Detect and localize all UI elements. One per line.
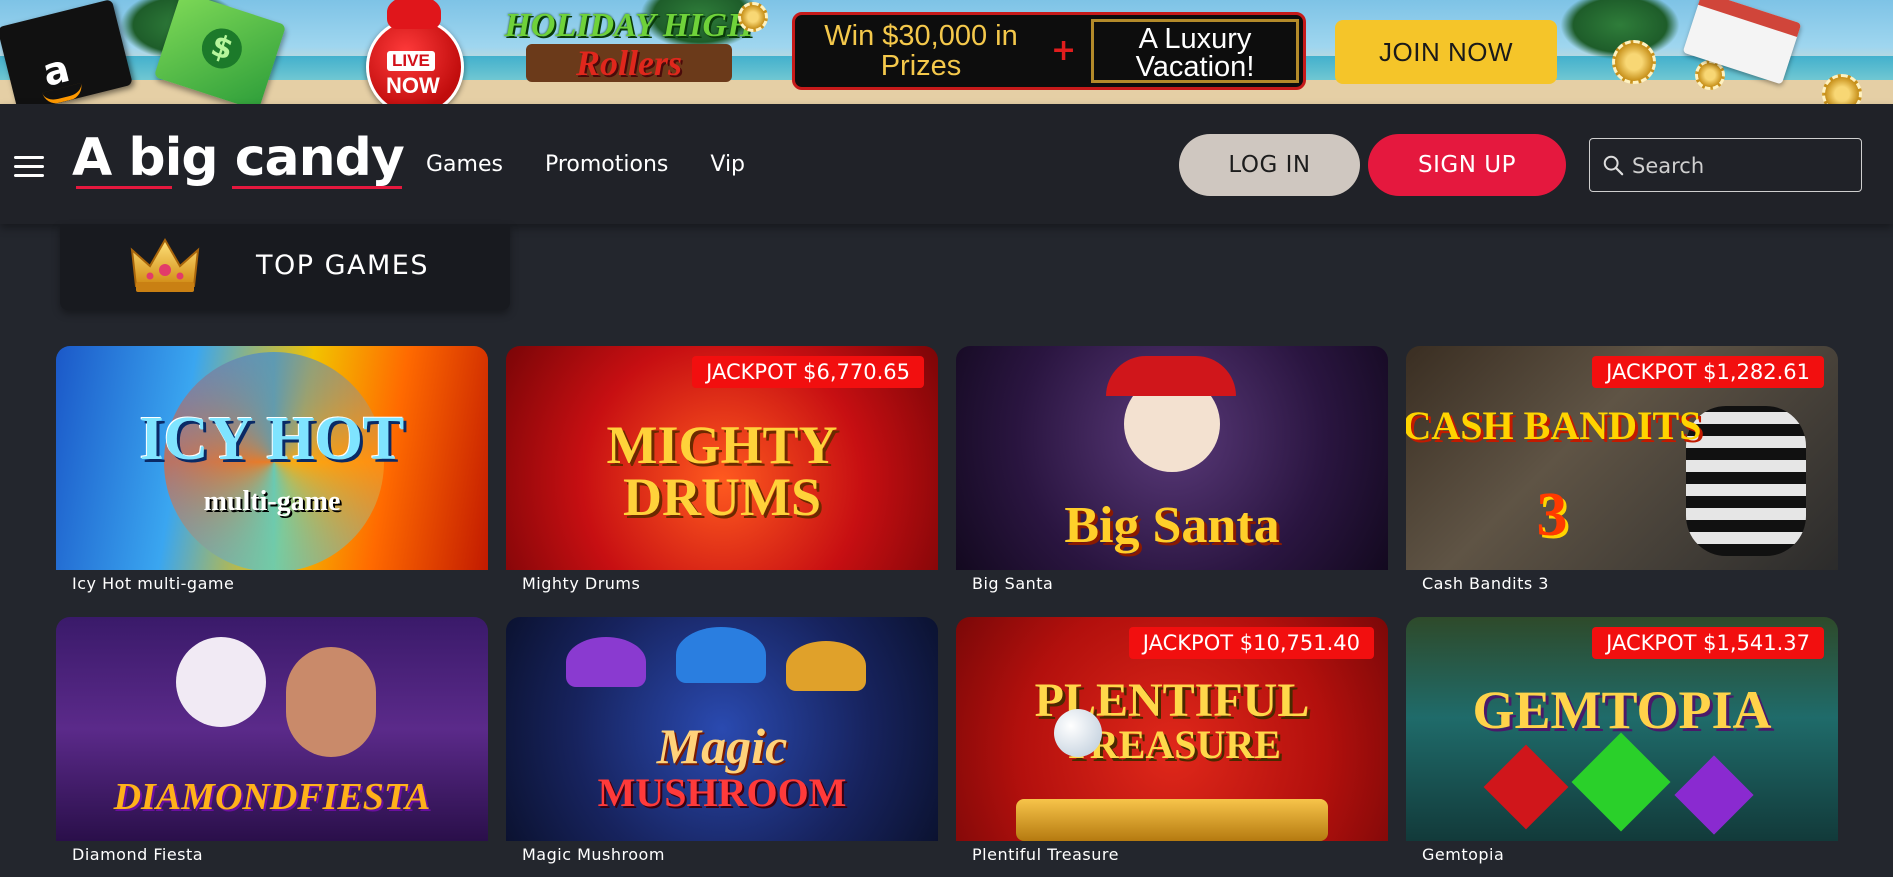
search-input[interactable] — [1630, 147, 1854, 185]
top-games-tab: TOP GAMES — [60, 224, 510, 310]
login-button[interactable]: LOG IN — [1179, 134, 1360, 196]
game-art-title: GEMTOPIA — [1472, 680, 1772, 740]
game-title: Big Santa — [972, 574, 1054, 593]
nav-promotions[interactable]: Promotions — [545, 152, 668, 177]
search-box[interactable] — [1589, 138, 1862, 192]
prize-text: Win $30,000 in Prizes — [824, 20, 1018, 82]
jackpot-badge: JACKPOT $10,751.40 — [1128, 627, 1374, 659]
game-thumbnail[interactable]: ICY HOT multi-game — [56, 346, 488, 570]
game-title: Magic Mushroom — [522, 845, 665, 864]
logo-underline — [232, 186, 402, 189]
game-art-title: DIAMONDFIESTA — [113, 776, 431, 818]
signup-button[interactable]: SIGN UP — [1368, 134, 1566, 196]
game-art-subtitle: DRUMS — [623, 467, 821, 527]
game-card-diamond-fiesta[interactable]: DIAMONDFIESTA Diamond Fiesta — [56, 617, 488, 864]
nav-vip[interactable]: Vip — [710, 152, 745, 177]
amazon-gift-card-image: a — [0, 0, 133, 104]
game-thumbnail[interactable]: GEMTOPIA JACKPOT $1,541.37 — [1406, 617, 1838, 841]
main-nav: Games Promotions Vip — [426, 152, 745, 177]
game-art-subtitle: multi-game — [203, 486, 341, 517]
game-card-cash-bandits-3[interactable]: CASH BANDITS 3 JACKPOT $1,282.61 Cash Ba… — [1406, 346, 1838, 593]
crown-icon — [130, 237, 200, 292]
plus-sign: + — [1051, 33, 1077, 68]
game-art-title: Magic — [656, 718, 788, 774]
jackpot-badge: JACKPOT $1,282.61 — [1592, 356, 1824, 388]
game-art-title: CASH BANDITS — [1406, 403, 1702, 448]
game-art-subtitle: MUSHROOM — [597, 770, 847, 815]
logo-text: A big candy — [72, 128, 405, 188]
site-logo[interactable]: A big candy — [72, 128, 405, 189]
game-card-plentiful-treasure[interactable]: PLENTIFUL TREASURE JACKPOT $10,751.40 Pl… — [956, 617, 1388, 864]
join-now-button[interactable]: JOIN NOW — [1335, 20, 1557, 84]
game-title: Mighty Drums — [522, 574, 641, 593]
game-title: Cash Bandits 3 — [1422, 574, 1549, 593]
game-art-title: Big Santa — [1064, 497, 1280, 554]
game-art-subtitle: TREASURE — [1063, 722, 1281, 767]
game-thumbnail[interactable]: PLENTIFUL TREASURE JACKPOT $10,751.40 — [956, 617, 1388, 841]
menu-icon[interactable] — [14, 156, 44, 178]
promo-banner[interactable]: a $ LIVE NOW HOLIDAY HIGH Rollers Win $3… — [0, 0, 1893, 104]
prize-box: Win $30,000 in Prizes + A Luxury Vacatio… — [792, 12, 1306, 90]
nav-games[interactable]: Games — [426, 152, 503, 177]
game-title: Icy Hot multi-game — [72, 574, 235, 593]
site-header: A big candy Games Promotions Vip LOG IN … — [0, 104, 1893, 224]
holiday-high-rollers-logo: HOLIDAY HIGH Rollers — [498, 8, 760, 98]
game-title: Plentiful Treasure — [972, 845, 1119, 864]
now-label: NOW — [386, 73, 440, 98]
section-title: TOP GAMES — [256, 250, 429, 281]
live-now-badge: LIVE NOW — [366, 0, 464, 104]
casino-chip-icon — [1612, 40, 1656, 84]
game-thumbnail[interactable]: MIGHTY DRUMS JACKPOT $6,770.65 — [506, 346, 938, 570]
coin-icon — [738, 2, 768, 32]
game-title: Gemtopia — [1422, 845, 1505, 864]
game-thumbnail[interactable]: Big Santa — [956, 346, 1388, 570]
live-label: LIVE — [387, 51, 435, 71]
game-card-big-santa[interactable]: Big Santa Big Santa — [956, 346, 1388, 593]
event-title-line1: HOLIDAY HIGH — [504, 7, 754, 44]
game-thumbnail[interactable]: CASH BANDITS 3 JACKPOT $1,282.61 — [1406, 346, 1838, 570]
game-thumbnail[interactable]: Magic MUSHROOM — [506, 617, 938, 841]
game-card-mighty-drums[interactable]: MIGHTY DRUMS JACKPOT $6,770.65 Mighty Dr… — [506, 346, 938, 593]
jackpot-badge: JACKPOT $1,541.37 — [1592, 627, 1824, 659]
event-title-line2: Rollers — [526, 44, 732, 82]
search-icon[interactable] — [1602, 154, 1624, 176]
gift-bow-icon — [387, 0, 441, 29]
game-card-gemtopia[interactable]: GEMTOPIA JACKPOT $1,541.37 Gemtopia — [1406, 617, 1838, 864]
game-art-subtitle: 3 — [1536, 481, 1568, 549]
ticket-stripe — [1698, 0, 1802, 37]
vacation-text: A Luxury Vacation! — [1091, 19, 1299, 83]
game-art-title: ICY HOT — [139, 405, 405, 473]
game-title: Diamond Fiesta — [72, 845, 204, 864]
game-art-title: PLENTIFUL — [1034, 674, 1310, 727]
game-card-magic-mushroom[interactable]: Magic MUSHROOM Magic Mushroom — [506, 617, 938, 864]
logo-underline — [76, 186, 172, 189]
dollar-icon: $ — [196, 23, 248, 74]
game-card-icy-hot[interactable]: ICY HOT multi-game Icy Hot multi-game — [56, 346, 488, 593]
jackpot-badge: JACKPOT $6,770.65 — [692, 356, 924, 388]
game-thumbnail[interactable]: DIAMONDFIESTA — [56, 617, 488, 841]
